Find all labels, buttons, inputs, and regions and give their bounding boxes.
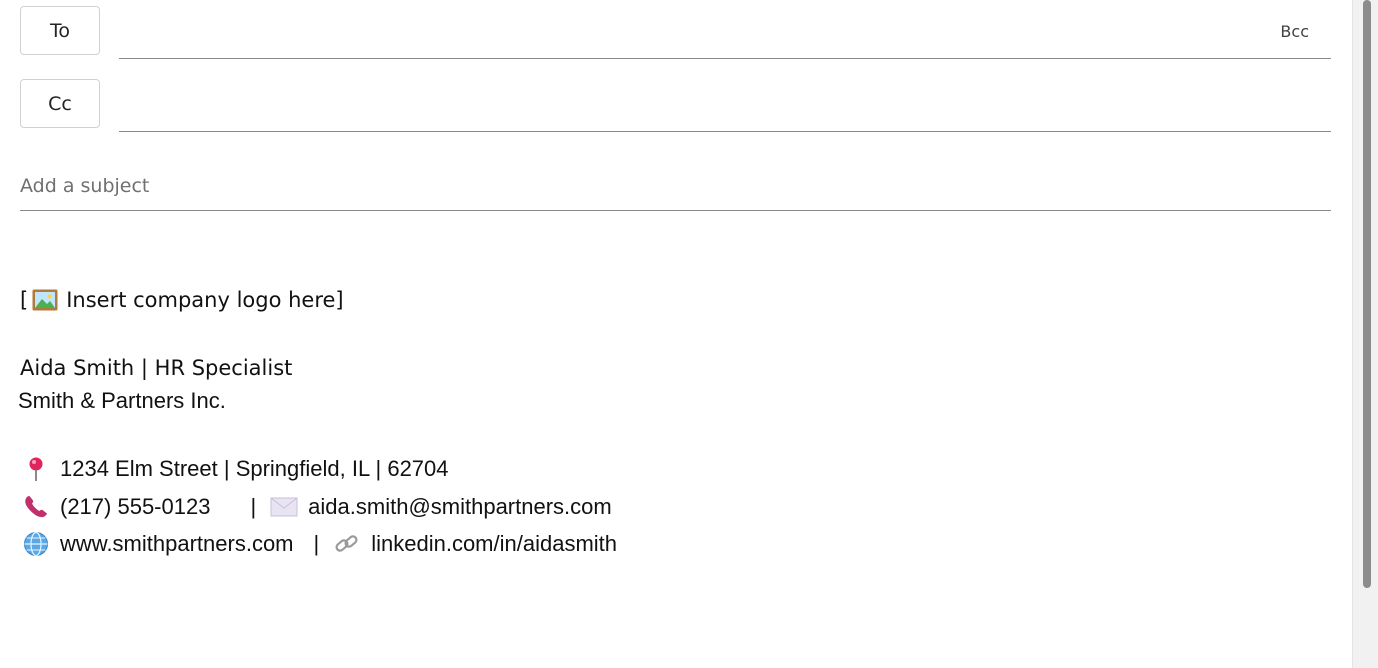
cc-field-container <box>119 79 1331 132</box>
signature-email[interactable]: aida.smith@smithpartners.com <box>308 494 612 520</box>
logo-placeholder-text: Insert company logo here] <box>66 288 344 312</box>
signature-address: 1234 Elm Street | Springfield, IL | 6270… <box>60 456 449 481</box>
to-button[interactable]: To <box>20 6 100 55</box>
link-icon <box>335 535 358 552</box>
to-row: To Bcc <box>20 6 1331 59</box>
cc-button[interactable]: Cc <box>20 79 100 128</box>
separator: | <box>250 494 257 519</box>
framed-picture-icon <box>32 289 58 311</box>
compose-pane: To Bcc Cc [ Insert company logo here] Ai… <box>0 0 1350 668</box>
telephone-receiver-icon <box>25 496 47 518</box>
envelope-icon <box>270 497 298 517</box>
message-body[interactable]: [ Insert company logo here] Aida Smith |… <box>18 286 1320 586</box>
web-linkedin-line: www.smithpartners.com | linkedin.com/in/… <box>22 531 617 557</box>
signature-website[interactable]: www.smithpartners.com <box>60 531 294 557</box>
signature-phone[interactable]: (217) 555-0123 <box>60 494 210 520</box>
cc-input[interactable] <box>123 89 1261 123</box>
logo-bracket: [ <box>20 288 29 312</box>
round-pushpin-icon <box>29 457 43 481</box>
separator: | <box>313 531 320 556</box>
address-line: 1234 Elm Street | Springfield, IL | 6270… <box>22 456 449 482</box>
to-input[interactable] <box>123 16 1261 50</box>
to-field-container: Bcc <box>119 6 1331 59</box>
subject-row <box>20 164 1331 211</box>
phone-email-line: (217) 555-0123 | aida.smith@smithpartner… <box>22 494 612 520</box>
vertical-scrollbar[interactable] <box>1352 0 1378 668</box>
globe-icon <box>24 531 48 557</box>
scrollbar-thumb[interactable] <box>1363 0 1371 588</box>
signature-name-title: Aida Smith | HR Specialist <box>20 356 293 380</box>
logo-placeholder-line: [ Insert company logo here] <box>20 288 344 312</box>
cc-row: Cc <box>20 79 1331 132</box>
signature-linkedin[interactable]: linkedin.com/in/aidasmith <box>371 531 617 557</box>
subject-input[interactable] <box>20 171 1310 201</box>
signature-company: Smith & Partners Inc. <box>18 388 226 413</box>
bcc-button[interactable]: Bcc <box>1280 22 1309 41</box>
